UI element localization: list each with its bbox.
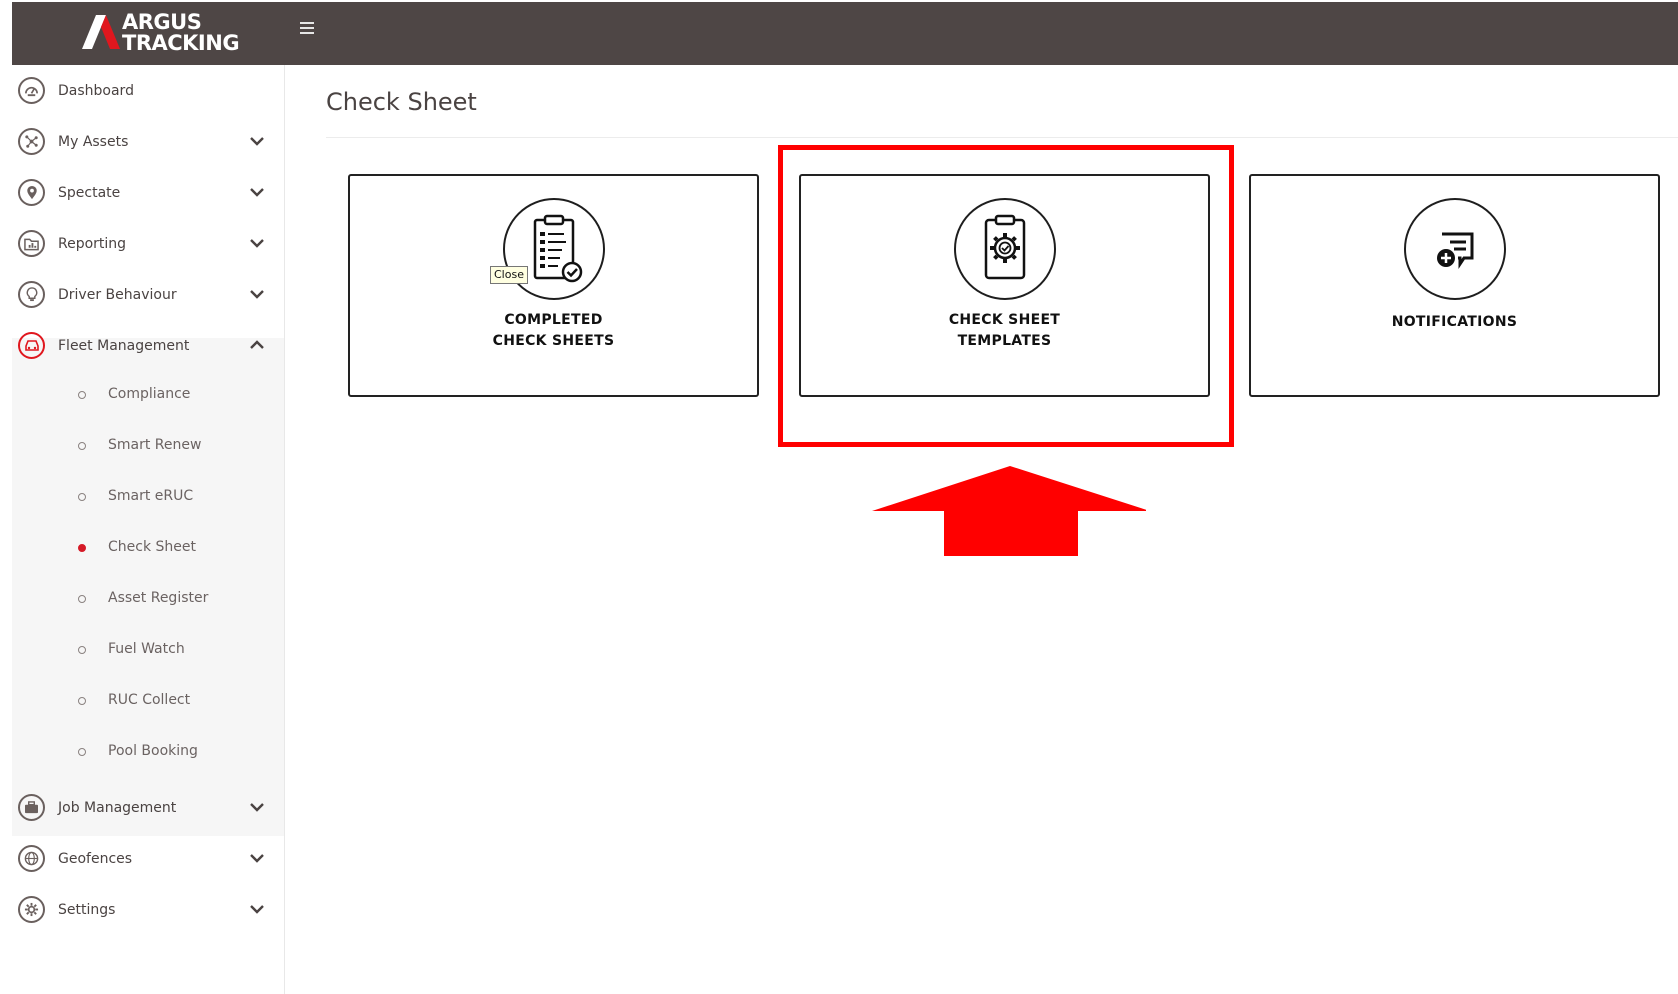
chevron-up-icon[interactable] (250, 340, 264, 350)
submenu-item-label: RUC Collect (108, 692, 191, 708)
clipboard-check-icon (502, 198, 605, 300)
sidebar-item-dashboard[interactable]: Dashboard (12, 65, 284, 119)
completed-check-sheets-card[interactable]: COMPLETED CHECK SHEETS (348, 174, 759, 397)
submenu-item-label: Check Sheet (108, 539, 196, 555)
argus-tracking-logo[interactable]: ARGUS TRACKING (70, 10, 240, 58)
submenu-item-fuel-watch[interactable]: Fuel Watch (12, 627, 284, 677)
top-header: ARGUS TRACKING (12, 2, 1678, 65)
submenu-item-smart-renew[interactable]: Smart Renew (12, 423, 284, 473)
tooltip: Close (490, 266, 528, 284)
submenu-item-label: Pool Booking (108, 743, 198, 759)
submenu-item-smart-eruc[interactable]: Smart eRUC (12, 474, 284, 524)
bullet-icon (78, 748, 86, 756)
sidebar-item-label: Settings (58, 902, 116, 918)
logo-mark-icon (82, 15, 120, 49)
chevron-down-icon[interactable] (250, 904, 264, 914)
highlight-box (778, 145, 1234, 447)
submenu-item-ruc-collect[interactable]: RUC Collect (12, 678, 284, 728)
card-title: NOTIFICATIONS (1391, 314, 1518, 330)
chevron-down-icon[interactable] (250, 187, 264, 197)
message-plus-icon (1403, 198, 1506, 300)
map-pin-icon (18, 179, 45, 206)
submenu-item-label: Asset Register (108, 590, 209, 606)
card-title-line2: CHECK SHEETS (492, 333, 615, 349)
chevron-down-icon[interactable] (250, 853, 264, 863)
speedometer-icon (18, 77, 45, 104)
notifications-card[interactable]: NOTIFICATIONS (1249, 174, 1660, 397)
sidebar-item-geofences[interactable]: Geofences (12, 833, 284, 887)
sidebar-item-label: Dashboard (58, 83, 134, 99)
car-icon (18, 332, 45, 359)
hamburger-icon[interactable] (300, 22, 314, 36)
bullet-icon (78, 442, 86, 450)
folder-chart-icon (18, 230, 45, 257)
sidebar-item-label: Driver Behaviour (58, 287, 177, 303)
title-divider (326, 137, 1678, 138)
submenu-item-label: Fuel Watch (108, 641, 185, 657)
sidebar-item-fleet-management[interactable]: Fleet Management (12, 320, 284, 374)
sidebar-item-label: Geofences (58, 851, 133, 867)
globe-icon (18, 845, 45, 872)
chevron-down-icon[interactable] (250, 238, 264, 248)
bullet-icon (78, 391, 86, 399)
page-title: Check Sheet (326, 88, 477, 116)
chevron-down-icon[interactable] (250, 289, 264, 299)
sidebar-item-label: Spectate (58, 185, 121, 201)
chevron-down-icon[interactable] (250, 136, 264, 146)
bullet-icon (78, 697, 86, 705)
up-arrow-icon (872, 466, 1146, 556)
sidebar-item-label: My Assets (58, 134, 129, 150)
submenu-item-label: Compliance (108, 386, 191, 402)
sidebar-item-label: Reporting (58, 236, 127, 252)
sidebar-item-job-management[interactable]: Job Management (12, 782, 284, 836)
card-title-line1: COMPLETED (504, 312, 603, 328)
sidebar-item-settings[interactable]: Settings (12, 884, 284, 938)
logo-text: ARGUS TRACKING (122, 10, 240, 55)
lightbulb-icon (18, 281, 45, 308)
logo-line1: ARGUS (122, 10, 202, 34)
logo-line2: TRACKING (122, 31, 240, 55)
submenu-item-pool-booking[interactable]: Pool Booking (12, 729, 284, 779)
sidebar-item-label: Job Management (58, 800, 177, 816)
network-icon (18, 128, 45, 155)
gear-icon (18, 896, 45, 923)
submenu-item-label: Smart Renew (108, 437, 202, 453)
sidebar-item-driver-behaviour[interactable]: Driver Behaviour (12, 269, 284, 323)
sidebar-item-reporting[interactable]: Reporting (12, 218, 284, 272)
bullet-icon (78, 646, 86, 654)
bullet-icon (78, 493, 86, 501)
submenu-item-compliance[interactable]: Compliance (12, 372, 284, 422)
submenu-item-asset-register[interactable]: Asset Register (12, 576, 284, 626)
sidebar: Dashboard My Assets Spectate Reporting D… (12, 65, 285, 994)
bullet-icon (78, 595, 86, 603)
sidebar-item-my-assets[interactable]: My Assets (12, 116, 284, 170)
chevron-down-icon[interactable] (250, 802, 264, 812)
submenu-item-check-sheet[interactable]: Check Sheet (12, 525, 284, 575)
sidebar-item-label: Fleet Management (58, 338, 190, 354)
active-bullet-icon (78, 544, 86, 552)
sidebar-item-spectate[interactable]: Spectate (12, 167, 284, 221)
briefcase-icon (18, 794, 45, 821)
submenu-item-label: Smart eRUC (108, 488, 194, 504)
